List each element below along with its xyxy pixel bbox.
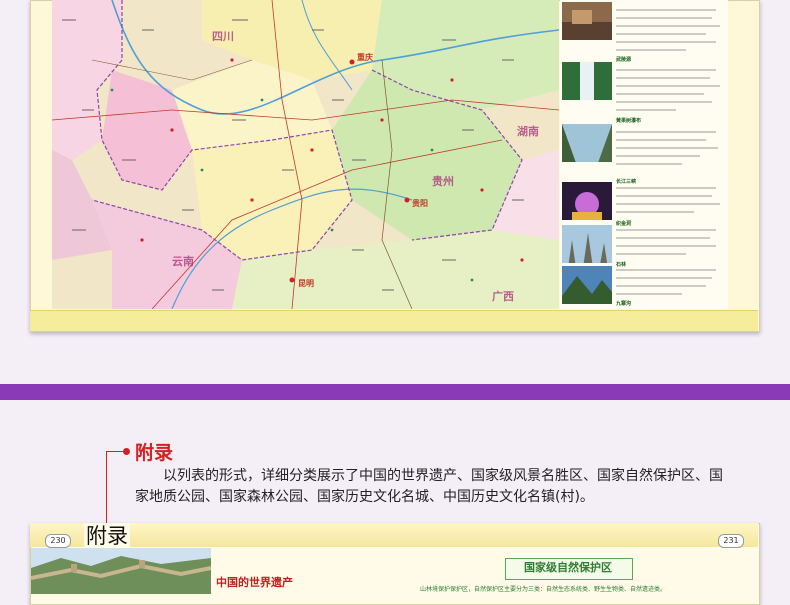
map-label-kunming: 昆明 [298, 278, 314, 288]
map-label-guangxi: 广西 [492, 289, 514, 303]
scenic-spots-panel: 武陵源 黄果树瀑布 长江三峡 织金洞 石林 九寨沟 [560, 0, 728, 309]
waterfall-photo [562, 62, 612, 100]
spot-text-lines [616, 9, 720, 295]
right-page-number: 231 [718, 534, 744, 548]
appendix-section-label: 附录 [84, 523, 130, 549]
cliff-photo [562, 2, 612, 40]
map-label-guizhou: 贵州 [432, 174, 454, 188]
section-divider-band [0, 384, 790, 400]
map-label-sichuan: 四川 [212, 30, 234, 43]
province-map: 重庆 贵阳 昆明 贵州 云南 四川 湖南 广西 [52, 0, 559, 309]
world-heritage-heading: 中国的世界遗产 [216, 576, 293, 589]
page-bottom-band [30, 310, 758, 331]
left-page-number: 230 [45, 534, 71, 548]
callout-description: 以列表的形式，详细分类展示了中国的世界遗产、国家级风景名胜区、国家自然保护区、国… [135, 468, 723, 505]
great-wall-photo [31, 548, 211, 594]
spot-photo-4 [562, 182, 612, 220]
map-label-yunnan: 云南 [172, 254, 194, 268]
map-label-chongqing: 重庆 [357, 52, 373, 62]
spot-photo-5 [562, 225, 612, 263]
gorge-photo [562, 124, 612, 162]
great-wall-illustration [31, 548, 211, 594]
cave-photo [562, 182, 612, 220]
callout-line-vertical [106, 451, 107, 523]
page-header-band [30, 523, 758, 547]
map-label-guiyang: 贵阳 [412, 198, 428, 208]
mountain-lake-photo [562, 266, 612, 304]
callout-dot [123, 448, 130, 455]
nature-reserve-intro: 山林境保护保护区，自然保护区主要分为三类：自然生态系统类、野生生物类、自然遗迹类… [420, 586, 667, 593]
stone-forest-photo [562, 225, 612, 263]
spot-photo-6 [562, 266, 612, 304]
nature-reserve-heading: 国家级自然保护区 [524, 561, 612, 574]
map-label-hunan: 湖南 [517, 124, 539, 138]
spot-photo-2 [562, 62, 612, 100]
callout-title: 附录 [135, 442, 174, 464]
spot-photo-1 [562, 2, 612, 40]
map-graphic: 重庆 贵阳 昆明 贵州 云南 四川 湖南 广西 [52, 0, 559, 309]
spot-photo-3 [562, 124, 612, 162]
